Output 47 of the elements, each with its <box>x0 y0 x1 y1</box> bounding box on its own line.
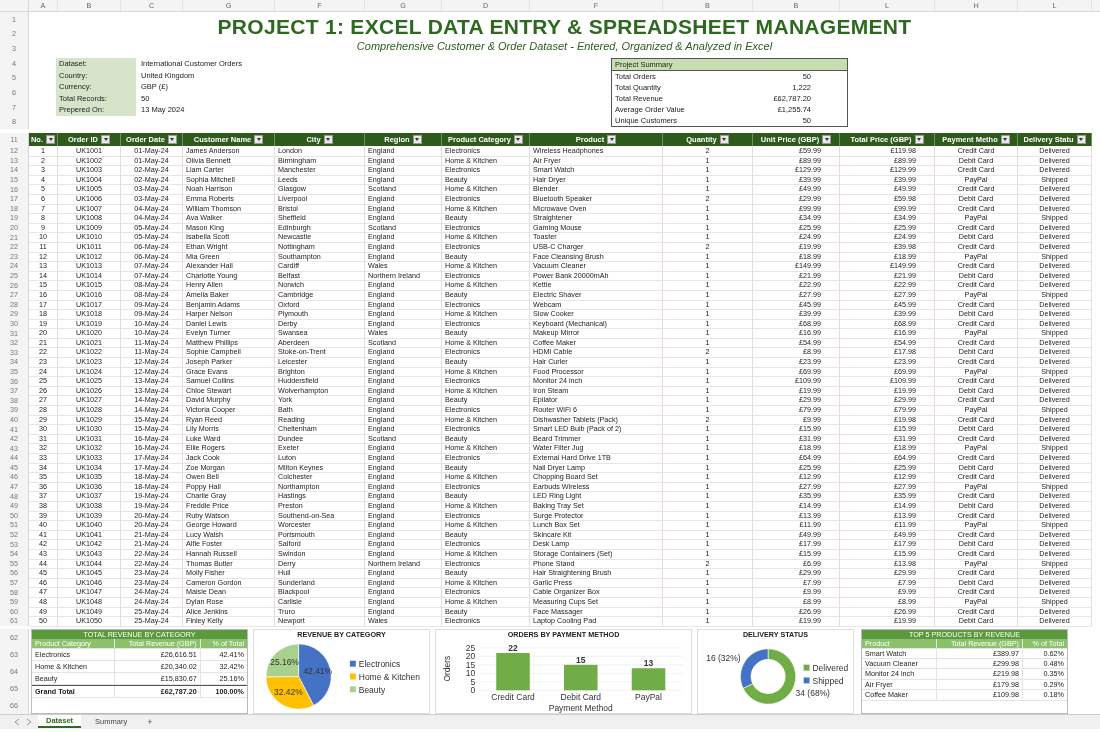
filter-button[interactable] <box>412 135 422 144</box>
legend-label: Shipped <box>812 675 844 686</box>
axis-tick-label: 20 <box>465 651 476 661</box>
legend-label: Beauty <box>358 684 386 695</box>
bar-value-label: 13 <box>643 657 654 668</box>
legend-swatch <box>349 673 356 680</box>
filter-button[interactable] <box>1076 135 1086 144</box>
legend-swatch <box>803 677 810 684</box>
filter-button[interactable] <box>719 135 729 144</box>
axis-tick-label: 0 <box>470 684 476 695</box>
slice-label: 32.42% <box>274 687 303 698</box>
project-title: PROJECT 1: EXCEL DATA ENTRY & SPREADSHEET MANAGEMENT <box>216 15 913 39</box>
axis-title: Orders <box>441 655 452 682</box>
bar-value-label: 22 <box>508 642 518 653</box>
axis-tick-label: 15 <box>465 659 476 670</box>
filter-button[interactable] <box>914 135 924 144</box>
filter-button[interactable] <box>607 135 617 144</box>
axis-tick-label: Credit Card <box>491 691 535 702</box>
bar <box>496 652 530 690</box>
filter-button[interactable] <box>167 135 177 144</box>
axis-tick-label: 5 <box>470 676 476 687</box>
filter-button[interactable] <box>46 135 56 144</box>
legend-swatch <box>349 660 356 667</box>
legend-label: Delivered <box>812 662 849 673</box>
filter-button[interactable] <box>1000 135 1010 144</box>
segment-label: 34 (68%) <box>795 687 830 698</box>
filter-button[interactable] <box>822 135 832 144</box>
legend-swatch <box>803 664 810 671</box>
axis-tick-label: PayPal <box>635 691 662 702</box>
project-subtitle: Comprehensive Customer & Order Dataset - Entered, Organized & Analyzed in Excel <box>355 39 774 53</box>
filter-button[interactable] <box>101 135 110 144</box>
legend-label: Home & Kitchen <box>358 671 420 682</box>
slice-label: 25.16% <box>270 656 299 667</box>
axis-tick-label: 10 <box>465 668 476 678</box>
legend-label: Electronics <box>358 658 401 669</box>
axis-title: Payment Method <box>548 702 613 713</box>
add-sheet-button[interactable]: + <box>141 716 159 727</box>
axis-tick-label: Debit Card <box>560 691 601 702</box>
bar <box>631 667 666 690</box>
filter-button[interactable] <box>254 135 264 144</box>
filter-button[interactable] <box>513 135 523 144</box>
bar-value-label: 15 <box>576 654 586 665</box>
axis-tick-label: 25 <box>465 642 476 653</box>
filter-button[interactable] <box>323 135 333 144</box>
legend-swatch <box>349 686 356 692</box>
segment-label: 16 (32%) <box>706 652 741 663</box>
bar <box>564 664 598 690</box>
